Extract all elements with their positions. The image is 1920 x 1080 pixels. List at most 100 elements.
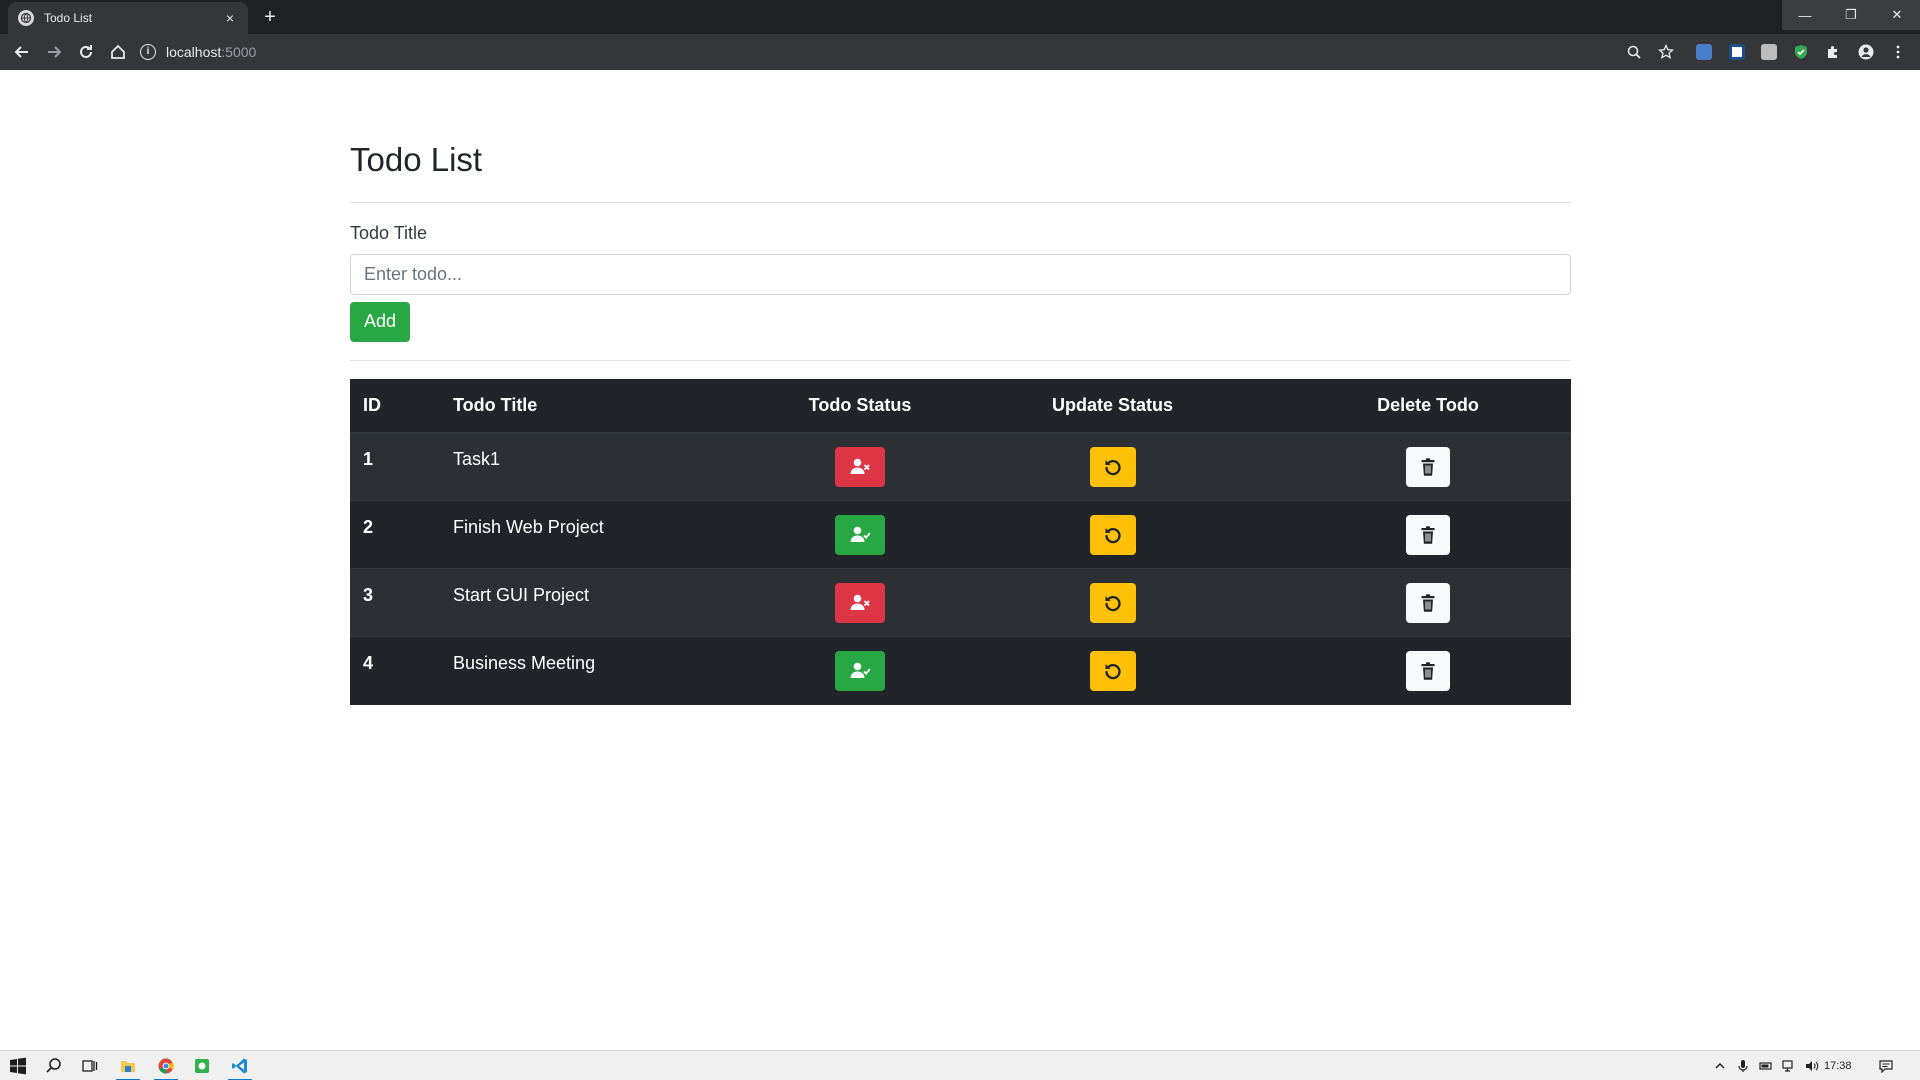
browser-menu-icon[interactable]	[1888, 42, 1908, 62]
todo-title: Finish Web Project	[453, 517, 604, 538]
taskbar-clock[interactable]: 17:38	[1824, 1051, 1852, 1080]
file-explorer-icon[interactable]	[110, 1051, 146, 1080]
translate-extension-icon[interactable]	[1694, 42, 1714, 62]
todo-table-body: 1 Task1 2 Finish Web Project 3 Start GUI Proj…	[350, 432, 1571, 705]
tab-title: Todo List	[44, 11, 93, 25]
tab-close-icon[interactable]: ×	[222, 10, 238, 26]
update-status-button[interactable]	[1089, 582, 1136, 623]
delete-todo-button[interactable]	[1406, 582, 1450, 623]
update-status-cell	[940, 568, 1285, 637]
header-todo-status: Todo Status	[780, 378, 940, 434]
twitter-extension-icon[interactable]	[1727, 42, 1747, 62]
todo-title: Start GUI Project	[453, 585, 590, 606]
windows-start-icon[interactable]	[0, 1051, 36, 1080]
table-row: 2 Finish Web Project	[350, 500, 1571, 569]
extensions-puzzle-icon[interactable]	[1823, 42, 1843, 62]
trash-icon	[1417, 524, 1439, 546]
trash-icon	[1417, 456, 1439, 478]
todo-title: Task1	[453, 449, 501, 470]
todo-title-cell: Task1	[440, 432, 780, 501]
todo-status-cell	[780, 636, 940, 705]
todo-title-cell: Finish Web Project	[440, 500, 780, 569]
todo-status-cell	[780, 500, 940, 569]
update-status-cell	[940, 500, 1285, 569]
reload-icon[interactable]	[74, 40, 98, 64]
update-status-button[interactable]	[1089, 446, 1136, 487]
todo-id-cell: 2	[350, 500, 440, 569]
update-status-button[interactable]	[1089, 514, 1136, 555]
todo-id: 2	[363, 517, 374, 538]
todo-title-cell: Business Meeting	[440, 636, 780, 705]
notifications-icon[interactable]	[1878, 1058, 1894, 1074]
zoom-icon[interactable]	[1624, 42, 1644, 62]
delete-todo-cell	[1285, 568, 1571, 637]
todo-title-input[interactable]	[350, 253, 1571, 295]
todo-id: 4	[363, 653, 374, 674]
globe-icon	[18, 10, 34, 26]
home-icon[interactable]	[106, 40, 130, 64]
todo-id-cell: 1	[350, 432, 440, 501]
site-info-icon[interactable]: i	[140, 44, 156, 60]
undo-icon	[1102, 524, 1124, 546]
delete-todo-cell	[1285, 636, 1571, 705]
add-button[interactable]: Add	[350, 301, 410, 342]
undo-icon	[1102, 456, 1124, 478]
address-bar[interactable]: i localhost:5000	[140, 38, 1630, 66]
url-port: :5000	[221, 44, 257, 60]
status-complete-button[interactable]	[835, 514, 885, 555]
image-extension-icon[interactable]	[1759, 42, 1779, 62]
minimize-button[interactable]: —	[1782, 0, 1828, 30]
trash-icon	[1417, 592, 1439, 614]
microphone-icon[interactable]	[1735, 1058, 1751, 1074]
task-view-icon[interactable]	[72, 1051, 108, 1080]
divider	[350, 359, 1571, 361]
shield-extension-icon[interactable]	[1791, 42, 1811, 62]
todo-title-label: Todo Title	[350, 222, 428, 243]
browser-toolbar: i localhost:5000	[0, 34, 1920, 70]
update-status-cell	[940, 636, 1285, 705]
update-status-button[interactable]	[1089, 650, 1136, 691]
chrome-icon[interactable]	[148, 1051, 184, 1080]
table-row: 1 Task1	[350, 432, 1571, 501]
todo-id-cell: 4	[350, 636, 440, 705]
header-delete-todo: Delete Todo	[1285, 378, 1571, 434]
table-header-row: ID Todo Title Todo Status Update Status …	[350, 378, 1571, 434]
delete-todo-button[interactable]	[1406, 514, 1450, 555]
back-arrow-icon[interactable]	[10, 40, 34, 64]
status-incomplete-button[interactable]	[835, 446, 885, 487]
todo-title: Business Meeting	[453, 653, 596, 674]
os-taskbar: 17:38	[0, 1050, 1920, 1080]
update-status-cell	[940, 432, 1285, 501]
chevron-up-icon[interactable]	[1712, 1058, 1728, 1074]
browser-tab[interactable]: Todo List ×	[8, 2, 248, 34]
todo-id-cell: 3	[350, 568, 440, 637]
user-times-icon	[849, 456, 871, 478]
delete-todo-button[interactable]	[1406, 446, 1450, 487]
profile-avatar-icon[interactable]	[1856, 42, 1876, 62]
undo-icon	[1102, 592, 1124, 614]
todo-id: 3	[363, 585, 374, 606]
maximize-button[interactable]: ❐	[1828, 0, 1874, 30]
search-icon[interactable]	[36, 1051, 72, 1080]
status-complete-button[interactable]	[835, 650, 885, 691]
vscode-icon[interactable]	[222, 1051, 258, 1080]
user-check-icon	[849, 660, 871, 682]
new-tab-button[interactable]: +	[258, 6, 282, 30]
todo-status-cell	[780, 568, 940, 637]
browser-tab-strip: Todo List × + — ❐ ✕	[0, 0, 1920, 34]
close-window-button[interactable]: ✕	[1874, 0, 1920, 30]
delete-todo-cell	[1285, 500, 1571, 569]
network-icon[interactable]	[1781, 1058, 1797, 1074]
bookmark-star-icon[interactable]	[1656, 42, 1676, 62]
url-host: localhost	[166, 44, 222, 60]
todo-id: 1	[363, 449, 374, 470]
volume-icon[interactable]	[1804, 1058, 1820, 1074]
undo-icon	[1102, 660, 1124, 682]
header-id: ID	[350, 378, 440, 434]
forward-arrow-icon[interactable]	[42, 40, 66, 64]
status-incomplete-button[interactable]	[835, 582, 885, 623]
battery-icon[interactable]	[1758, 1058, 1774, 1074]
delete-todo-button[interactable]	[1406, 650, 1450, 691]
user-times-icon	[849, 592, 871, 614]
app-green-icon[interactable]	[184, 1051, 220, 1080]
